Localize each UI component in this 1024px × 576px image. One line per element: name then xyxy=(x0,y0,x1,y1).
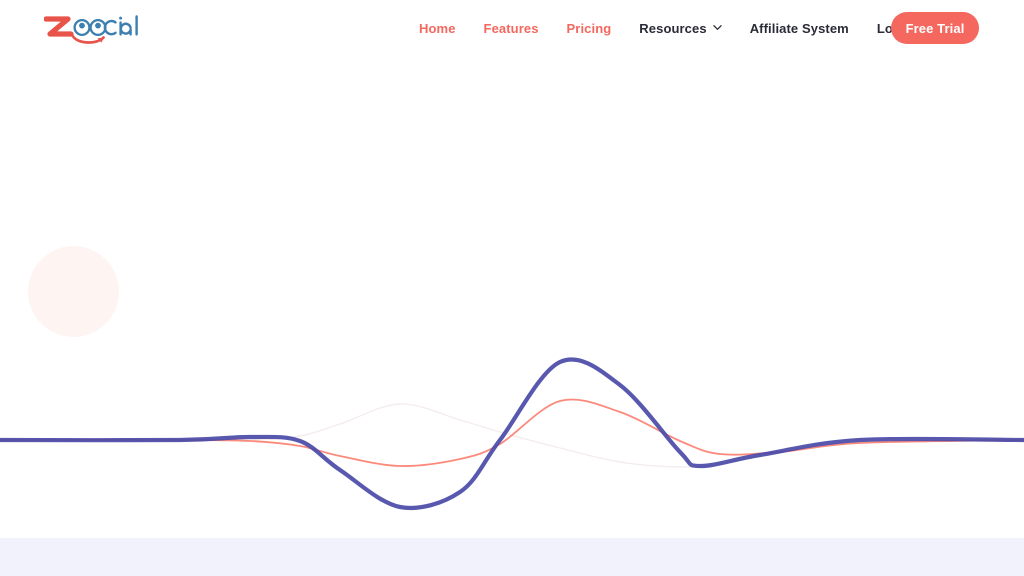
hero-section xyxy=(0,56,1024,538)
nav-item-features[interactable]: Features xyxy=(470,21,553,36)
zoocial-logo-icon xyxy=(44,15,138,44)
wave-svg xyxy=(0,357,1024,510)
nav-label-affiliate-system: Affiliate System xyxy=(749,20,849,36)
brand-logo[interactable] xyxy=(44,11,140,45)
free-trial-label: Free Trial xyxy=(905,20,965,36)
free-trial-button[interactable]: Free Trial xyxy=(891,12,979,44)
nav-label-pricing: Pricing xyxy=(566,20,612,36)
site-header: Home Features Pricing Resources Affiliat… xyxy=(0,0,1024,56)
next-section-band xyxy=(0,538,1024,576)
wave-coral-path xyxy=(0,398,1024,467)
nav-label-resources: Resources xyxy=(639,20,707,36)
nav-label-home: Home xyxy=(419,20,456,36)
chevron-down-icon xyxy=(712,23,722,32)
nav-item-pricing[interactable]: Pricing xyxy=(553,21,626,36)
nav-item-affiliate-system[interactable]: Affiliate System xyxy=(736,21,863,36)
wave-faint-path xyxy=(0,403,1024,468)
wave-blue-path xyxy=(0,357,1024,510)
pink-blob-decoration xyxy=(28,246,119,337)
nav-label-features: Features xyxy=(483,20,539,36)
landing-page: Home Features Pricing Resources Affiliat… xyxy=(0,0,1024,576)
nav-item-resources[interactable]: Resources xyxy=(625,21,735,36)
nav-item-home[interactable]: Home xyxy=(405,21,470,36)
main-navigation: Home Features Pricing Resources Affiliat… xyxy=(405,0,927,56)
hero-wave-graphic xyxy=(0,56,1024,538)
